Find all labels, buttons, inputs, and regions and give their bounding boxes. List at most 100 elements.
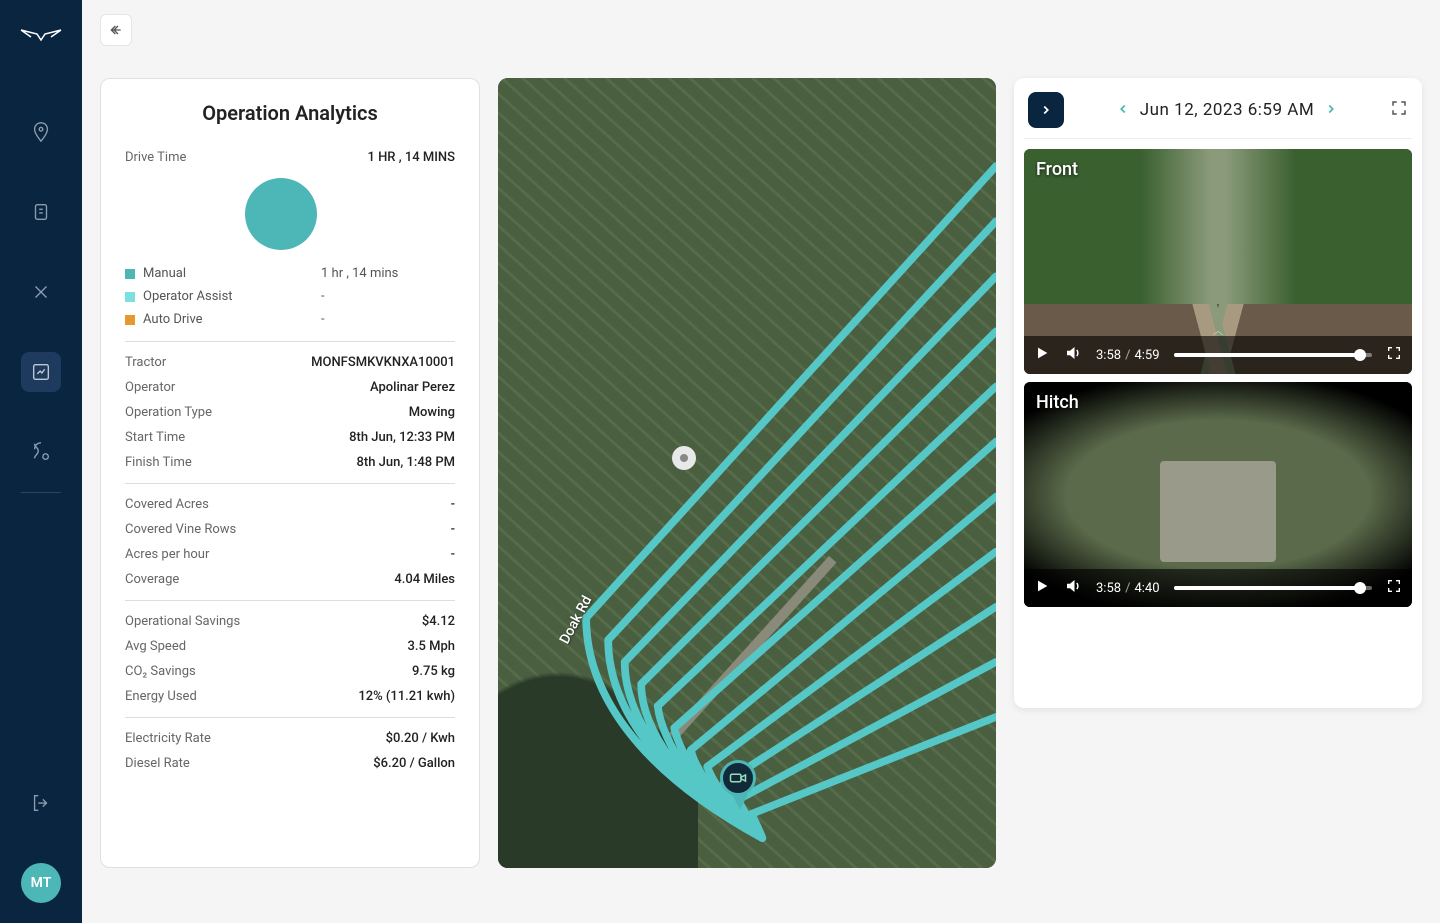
time-sep: / [1125, 581, 1130, 596]
stat-value: MONFSMKVKNXA10001 [311, 355, 455, 370]
stat-label: CO₂ Savings [125, 664, 196, 679]
legend-manual-value: 1 hr , 14 mins [321, 266, 398, 281]
stat-row: CO₂ Savings9.75 kg [125, 659, 455, 684]
stat-row: Energy Used 12% (11.21 kwh) [125, 684, 455, 709]
stat-row: Covered Acres- [125, 492, 455, 517]
stat-value: 8th Jun, 12:33 PM [349, 430, 455, 445]
stat-value: Apolinar Perez [370, 380, 455, 395]
volume-button[interactable] [1064, 344, 1082, 366]
wings-logo-icon [17, 20, 65, 48]
nav-map-icon[interactable] [21, 112, 61, 152]
nav-route-icon[interactable] [21, 432, 61, 472]
drive-time-label: Drive Time [125, 150, 186, 165]
camera-marker-icon[interactable] [720, 760, 756, 796]
stat-row: Operator Apolinar Perez [125, 375, 455, 400]
map-panel[interactable]: Doak Rd [498, 78, 996, 868]
play-button[interactable] [1034, 345, 1050, 365]
stat-value: $0.20 / Kwh [386, 731, 455, 746]
stat-value: 4.04 Miles [394, 572, 455, 587]
video-hitch-scrubber[interactable] [1174, 586, 1372, 590]
stat-value: - [451, 547, 455, 562]
stat-value: 12% (11.21 kwh) [358, 689, 455, 704]
video-hitch-fullscreen[interactable] [1386, 578, 1402, 598]
legend-assist-value: - [321, 289, 325, 304]
stat-label: Covered Vine Rows [125, 522, 236, 537]
logout-icon[interactable] [21, 783, 61, 823]
legend-manual-label: Manual [143, 266, 313, 281]
legend: Manual 1 hr , 14 mins Operator Assist - … [125, 262, 455, 331]
video-hitch-controls: 3:58 / 4:40 [1024, 569, 1412, 607]
fullscreen-icon [1386, 345, 1402, 361]
time-current: 3:58 [1096, 348, 1121, 363]
sidebar-bottom: MT [21, 783, 61, 903]
stat-row: Covered Vine Rows - [125, 517, 455, 542]
video-hitch[interactable]: Hitch 3:58 / 4:40 [1024, 382, 1412, 607]
stat-label: Covered Acres [125, 497, 209, 512]
divider [125, 483, 455, 484]
nav-building-icon[interactable] [21, 192, 61, 232]
chevron-up-icon[interactable]: ︿ [1213, 322, 1224, 338]
collapse-button[interactable] [1028, 92, 1064, 128]
divider [125, 717, 455, 718]
legend-auto-value: - [321, 312, 325, 327]
fullscreen-button[interactable] [1390, 99, 1408, 121]
legend-auto-label: Auto Drive [143, 312, 313, 327]
video-header: Jun 12, 2023 6:59 AM [1024, 88, 1412, 139]
nav-analytics-icon[interactable] [21, 352, 61, 392]
scrubber-thumb[interactable] [1354, 582, 1366, 594]
legend-auto: Auto Drive - [125, 308, 455, 331]
main: Operation Analytics Drive Time 1 HR , 14… [82, 0, 1440, 923]
time-sep: / [1125, 348, 1130, 363]
stat-value: Mowing [409, 405, 455, 420]
stat-label: Acres per hour [125, 547, 209, 562]
stat-row: Start Time 8th Jun, 12:33 PM [125, 425, 455, 450]
logo [17, 20, 65, 52]
scrubber-thumb[interactable] [1354, 349, 1366, 361]
legend-assist: Operator Assist - [125, 285, 455, 308]
swatch-auto [125, 315, 135, 325]
play-button[interactable] [1034, 578, 1050, 598]
divider [125, 341, 455, 342]
stat-value: 8th Jun, 1:48 PM [357, 455, 456, 470]
stat-row: Diesel Rate$6.20 / Gallon [125, 751, 455, 776]
chevron-left-icon [1116, 102, 1130, 116]
video-front[interactable]: Front ︿ 3:58 / 4:59 [1024, 149, 1412, 374]
video-front-scrubber[interactable] [1174, 353, 1372, 357]
swatch-assist [125, 292, 135, 302]
stat-label: Start Time [125, 430, 185, 445]
prev-date-button[interactable] [1116, 100, 1130, 121]
drive-time-row: Drive Time 1 HR , 14 MINS [125, 145, 455, 170]
analytics-panel: Operation Analytics Drive Time 1 HR , 14… [100, 78, 480, 868]
sidebar-nav [21, 112, 61, 472]
stat-value: 3.5 Mph [407, 639, 455, 654]
map-path-overlay [498, 78, 996, 868]
stat-label: Operation Type [125, 405, 212, 420]
volume-icon [1064, 344, 1082, 362]
video-front-time: 3:58 / 4:59 [1096, 348, 1160, 363]
stat-value: $4.12 [422, 614, 455, 629]
legend-manual: Manual 1 hr , 14 mins [125, 262, 455, 285]
stat-row: TractorMONFSMKVKNXA10001 [125, 350, 455, 375]
chevron-right-icon [1039, 103, 1053, 117]
volume-button[interactable] [1064, 577, 1082, 599]
nav-tools-icon[interactable] [21, 272, 61, 312]
stat-label: Diesel Rate [125, 756, 190, 771]
video-panel: Jun 12, 2023 6:59 AM Front ︿ [1014, 78, 1422, 708]
time-total: 4:59 [1134, 348, 1159, 363]
play-icon [1034, 578, 1050, 594]
back-button[interactable] [100, 14, 132, 46]
map-pin-icon[interactable] [672, 446, 696, 470]
stat-label: Operator [125, 380, 175, 395]
drive-time-value: 1 HR , 14 MINS [367, 150, 455, 165]
video-front-fullscreen[interactable] [1386, 345, 1402, 365]
avatar[interactable]: MT [21, 863, 61, 903]
sidebar-divider [21, 492, 61, 493]
chevron-right-icon [1324, 102, 1338, 116]
fullscreen-icon [1386, 578, 1402, 594]
stat-label: Energy Used [125, 689, 197, 704]
arrow-left-icon [108, 22, 124, 38]
cam-marker-tail [732, 794, 748, 810]
next-date-button[interactable] [1324, 100, 1338, 121]
fullscreen-icon [1390, 99, 1408, 117]
stat-value: - [451, 522, 455, 537]
